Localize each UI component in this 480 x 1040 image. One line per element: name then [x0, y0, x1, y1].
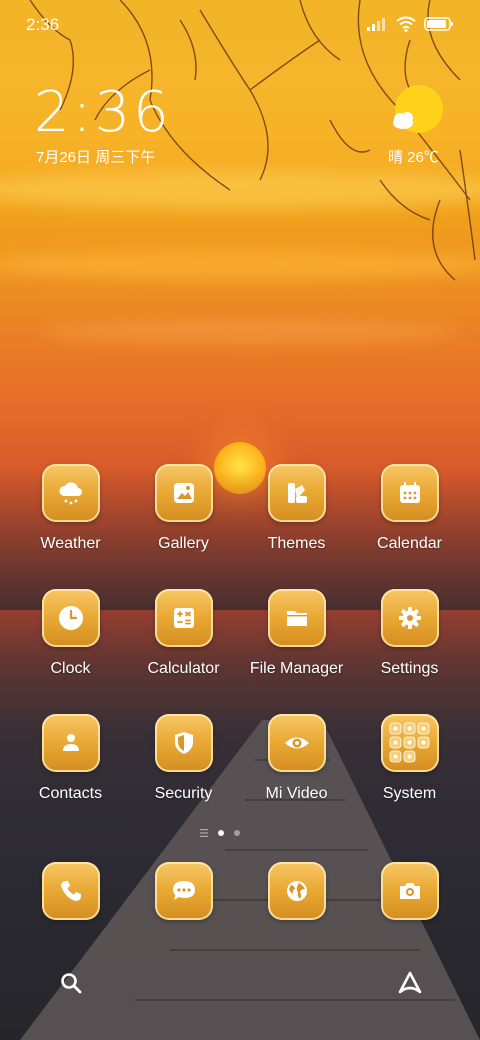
app-clock[interactable]: Clock — [14, 589, 127, 678]
app-calendar[interactable]: Calendar — [353, 464, 466, 553]
clock-widget-date: 7月26日 周三下午 — [36, 149, 156, 166]
search-icon[interactable] — [60, 972, 82, 994]
app-themes[interactable]: Themes — [240, 464, 353, 553]
image-icon — [173, 483, 194, 503]
status-time: 2:36 — [26, 15, 60, 34]
wifi-icon — [396, 16, 416, 32]
page-indicator[interactable] — [200, 829, 240, 837]
app-gallery[interactable]: Gallery — [127, 464, 240, 553]
search-bar[interactable] — [38, 958, 442, 1008]
app-security[interactable]: Security — [127, 714, 240, 803]
app-label: Calendar — [377, 535, 442, 552]
app-label: System — [382, 785, 437, 802]
dock-messages[interactable] — [127, 862, 240, 920]
app-settings[interactable]: Settings — [353, 589, 466, 678]
calculator-icon — [173, 608, 194, 628]
app-label: Clock — [50, 660, 91, 677]
weather-widget-text: 晴 26℃ — [388, 149, 439, 166]
browser-icon — [286, 881, 307, 901]
app-system-folder[interactable]: System — [353, 714, 466, 803]
chat-icon — [172, 881, 195, 900]
folder-grid-icon — [389, 722, 429, 763]
cloud-rain-icon — [58, 482, 82, 505]
folder-icon — [286, 611, 307, 626]
app-label: Weather — [40, 535, 101, 552]
app-label: Settings — [380, 660, 439, 677]
app-label: File Manager — [249, 660, 344, 677]
eye-icon — [284, 737, 309, 749]
app-mi-video[interactable]: Mi Video — [240, 714, 353, 803]
calendar-icon — [399, 482, 420, 503]
menu-lines-icon — [200, 829, 208, 837]
app-contacts[interactable]: Contacts — [14, 714, 127, 803]
battery-icon — [424, 17, 453, 31]
dock-phone[interactable] — [14, 862, 127, 920]
status-bar: 2:36 — [0, 0, 480, 48]
app-weather[interactable]: Weather — [14, 464, 127, 553]
gear-icon — [398, 607, 421, 629]
app-label: Gallery — [158, 535, 209, 552]
app-label: Contacts — [38, 785, 103, 802]
clock-icon — [58, 606, 83, 630]
dock-browser[interactable] — [240, 862, 353, 920]
assistant-icon[interactable] — [396, 970, 424, 996]
page-dot-current — [218, 830, 224, 836]
page-dot — [234, 830, 240, 836]
home-screen: 2:36 2:36 7月26日 周三下午 晴 26℃ Weather Galle… — [0, 0, 480, 1040]
shield-icon — [174, 732, 193, 754]
camera-icon — [399, 883, 420, 899]
signal-icon — [367, 18, 385, 31]
app-label: Mi Video — [265, 785, 328, 802]
app-calculator[interactable]: Calculator — [127, 589, 240, 678]
app-label: Calculator — [147, 660, 220, 677]
themes-icon — [287, 483, 307, 503]
app-label: Security — [154, 785, 213, 802]
app-file-manager[interactable]: File Manager — [240, 589, 353, 678]
clock-widget-time[interactable]: 2:36 — [34, 80, 172, 145]
app-label: Themes — [267, 535, 326, 552]
sun-cloud-icon[interactable] — [390, 84, 444, 138]
phone-icon — [60, 881, 81, 901]
person-icon — [62, 734, 79, 751]
dock-camera[interactable] — [353, 862, 466, 920]
